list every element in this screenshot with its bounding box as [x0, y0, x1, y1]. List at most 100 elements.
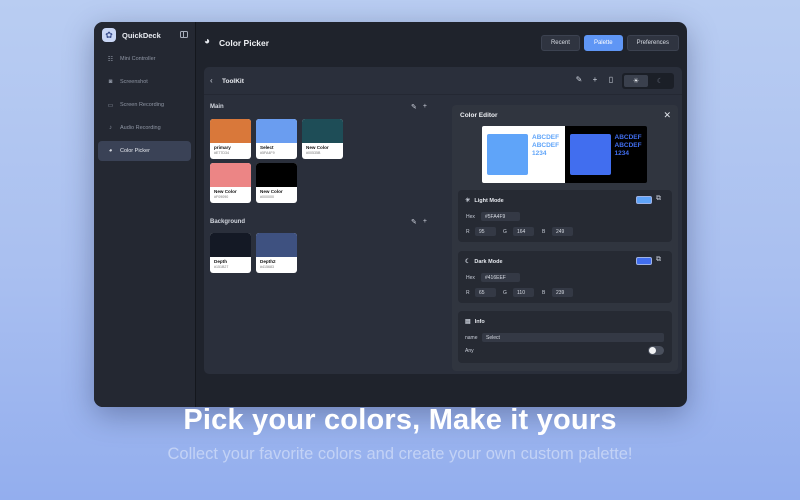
- hex-label: Hex: [466, 275, 475, 281]
- plus-icon[interactable]: +: [423, 218, 427, 226]
- swatch-name: Select: [260, 145, 274, 150]
- swatch-card[interactable]: New Color #000000: [256, 163, 297, 203]
- preview-light: ABCDEF ABCDEF 1234: [482, 126, 565, 183]
- swatch-name: Depth: [214, 259, 228, 264]
- swatch-card[interactable]: Select #5FA4F9: [256, 119, 297, 159]
- name-label: name: [465, 335, 478, 341]
- toolkit-panel: ‹ ToolKit ✎ + ▯ ☀ ☾ Main ✎ + primary #E7…: [204, 67, 682, 374]
- copy-icon[interactable]: ⧉: [656, 256, 661, 264]
- info-title: Info: [474, 318, 485, 325]
- swatch-color: [256, 163, 297, 187]
- swatch-card[interactable]: Depth #151B27: [210, 233, 251, 273]
- b-label: B: [542, 290, 546, 296]
- light-mode-header: ☀ Light Mode: [465, 197, 504, 205]
- plus-icon[interactable]: +: [590, 75, 600, 84]
- sun-icon[interactable]: ☀: [624, 75, 648, 87]
- pencil-icon[interactable]: ✎: [574, 75, 584, 84]
- any-toggle[interactable]: [648, 346, 664, 355]
- sidebar-toggle-icon[interactable]: [180, 31, 188, 38]
- swatch-hex: #415683: [260, 265, 274, 269]
- sidebar-item-screenshot[interactable]: ◙ Screenshot: [98, 72, 191, 92]
- light-color-chip[interactable]: [636, 196, 652, 204]
- preview-sample-num: 1234: [532, 150, 547, 157]
- microphone-icon: ♪: [109, 125, 112, 131]
- pencil-icon[interactable]: ✎: [411, 103, 417, 111]
- sidebar-item-label: Audio Recording: [120, 125, 161, 131]
- sliders-icon: ☷: [107, 56, 114, 63]
- sidebar-item-label: Mini Controller: [120, 56, 156, 62]
- tab-preferences[interactable]: Preferences: [626, 35, 679, 51]
- light-b-input[interactable]: 249: [552, 227, 573, 236]
- preview-sample-mid: ABCDEF: [614, 142, 642, 149]
- preview-light-text: ABCDEF ABCDEF 1234: [532, 134, 559, 158]
- sidebar-nav: ☷ Mini Controller ◙ Screenshot ▭ Screen …: [98, 49, 191, 164]
- swatch-hex: #E77D34: [214, 151, 229, 155]
- swatch-card[interactable]: New Color #F09090: [210, 163, 251, 203]
- preview-sample-num: 1234: [614, 150, 629, 157]
- sidebar-item-color-picker[interactable]: ◕ Color Picker: [98, 141, 191, 161]
- dark-r-input[interactable]: 65: [475, 288, 496, 297]
- close-icon[interactable]: ✕: [663, 110, 671, 121]
- app-window: ✿ QuickDeck ☷ Mini Controller ◙ Screensh…: [94, 22, 687, 407]
- preview-light-swatch: [487, 134, 528, 175]
- preview-sample-top: ABCDEF: [532, 134, 560, 141]
- preview-dark-swatch: [569, 134, 611, 175]
- video-icon: ▭: [107, 102, 114, 109]
- swatch-card[interactable]: Depth2 #415683: [256, 233, 297, 273]
- sidebar-item-audio-recording[interactable]: ♪ Audio Recording: [98, 118, 191, 138]
- light-mode-title: Light Mode: [474, 197, 504, 204]
- sidebar-item-mini-controller[interactable]: ☷ Mini Controller: [98, 49, 191, 69]
- dark-g-input[interactable]: 110: [513, 288, 534, 297]
- palette-icon: ◕: [204, 36, 211, 47]
- swatch-card[interactable]: New Color #00535B: [302, 119, 343, 159]
- light-g-input[interactable]: 164: [513, 227, 534, 236]
- theme-toggle: ☀ ☾: [622, 73, 674, 89]
- group-background-actions: ✎ +: [411, 218, 427, 226]
- pencil-icon[interactable]: ✎: [411, 218, 417, 226]
- chevron-left-icon[interactable]: ‹: [210, 76, 213, 85]
- swatch-card[interactable]: primary #E77D34: [210, 119, 251, 159]
- palette-icon: ◕: [108, 148, 113, 154]
- document-icon: ▤: [465, 319, 471, 325]
- app-logo-icon: ✿: [102, 28, 116, 42]
- swatch-color: [210, 163, 251, 187]
- device-icon[interactable]: ▯: [606, 75, 616, 84]
- group-main-actions: ✎ +: [411, 103, 427, 111]
- sidebar-item-screen-recording[interactable]: ▭ Screen Recording: [98, 95, 191, 115]
- light-r-input[interactable]: 95: [475, 227, 496, 236]
- swatch-hex: #151B27: [214, 265, 229, 269]
- app-name: QuickDeck: [122, 31, 161, 40]
- swatch-name: primary: [214, 145, 231, 150]
- b-label: B: [542, 229, 546, 235]
- preview-sample-mid: ABCDEF: [532, 142, 560, 149]
- sidebar-header: ✿ QuickDeck: [94, 22, 196, 48]
- dark-hex-input[interactable]: #416EEF: [481, 273, 520, 282]
- swatch-color: [210, 233, 251, 257]
- moon-icon[interactable]: ☾: [648, 75, 672, 87]
- g-label: G: [503, 290, 507, 296]
- name-input[interactable]: Select: [482, 333, 664, 342]
- editor-title: Color Editor: [460, 112, 498, 119]
- copy-icon[interactable]: ⧉: [656, 195, 661, 203]
- swatch-color: [302, 119, 343, 143]
- sidebar-item-label: Color Picker: [120, 148, 150, 154]
- dark-b-input[interactable]: 239: [552, 288, 573, 297]
- swatch-name: New Color: [214, 189, 237, 194]
- tab-recent[interactable]: Recent: [540, 35, 580, 51]
- tab-palette[interactable]: Palette: [583, 35, 623, 51]
- preview-sample-top: ABCDEF: [614, 134, 642, 141]
- any-label: Any: [465, 348, 474, 354]
- toolkit-toolbar: ‹ ToolKit ✎ + ▯ ☀ ☾: [204, 67, 682, 95]
- sidebar-item-label: Screen Recording: [120, 102, 165, 108]
- dark-color-chip[interactable]: [636, 257, 652, 265]
- plus-icon[interactable]: +: [423, 103, 427, 111]
- light-hex-input[interactable]: #5FA4F9: [481, 212, 520, 221]
- toolkit-actions: ✎ + ▯: [574, 75, 616, 84]
- swatch-name: New Color: [306, 145, 329, 150]
- group-title-main: Main: [210, 104, 224, 110]
- preview-dark-text: ABCDEF ABCDEF 1234: [615, 134, 642, 158]
- preview-dark: ABCDEF ABCDEF 1234: [564, 126, 647, 183]
- light-mode-card: ☀ Light Mode ⧉ Hex #5FA4F9 R 95 G 164 B …: [458, 190, 672, 242]
- dark-mode-card: ☾ Dark Mode ⧉ Hex #416EEF R 65 G 110 B 2…: [458, 251, 672, 303]
- swatch-hex: #F09090: [214, 195, 229, 199]
